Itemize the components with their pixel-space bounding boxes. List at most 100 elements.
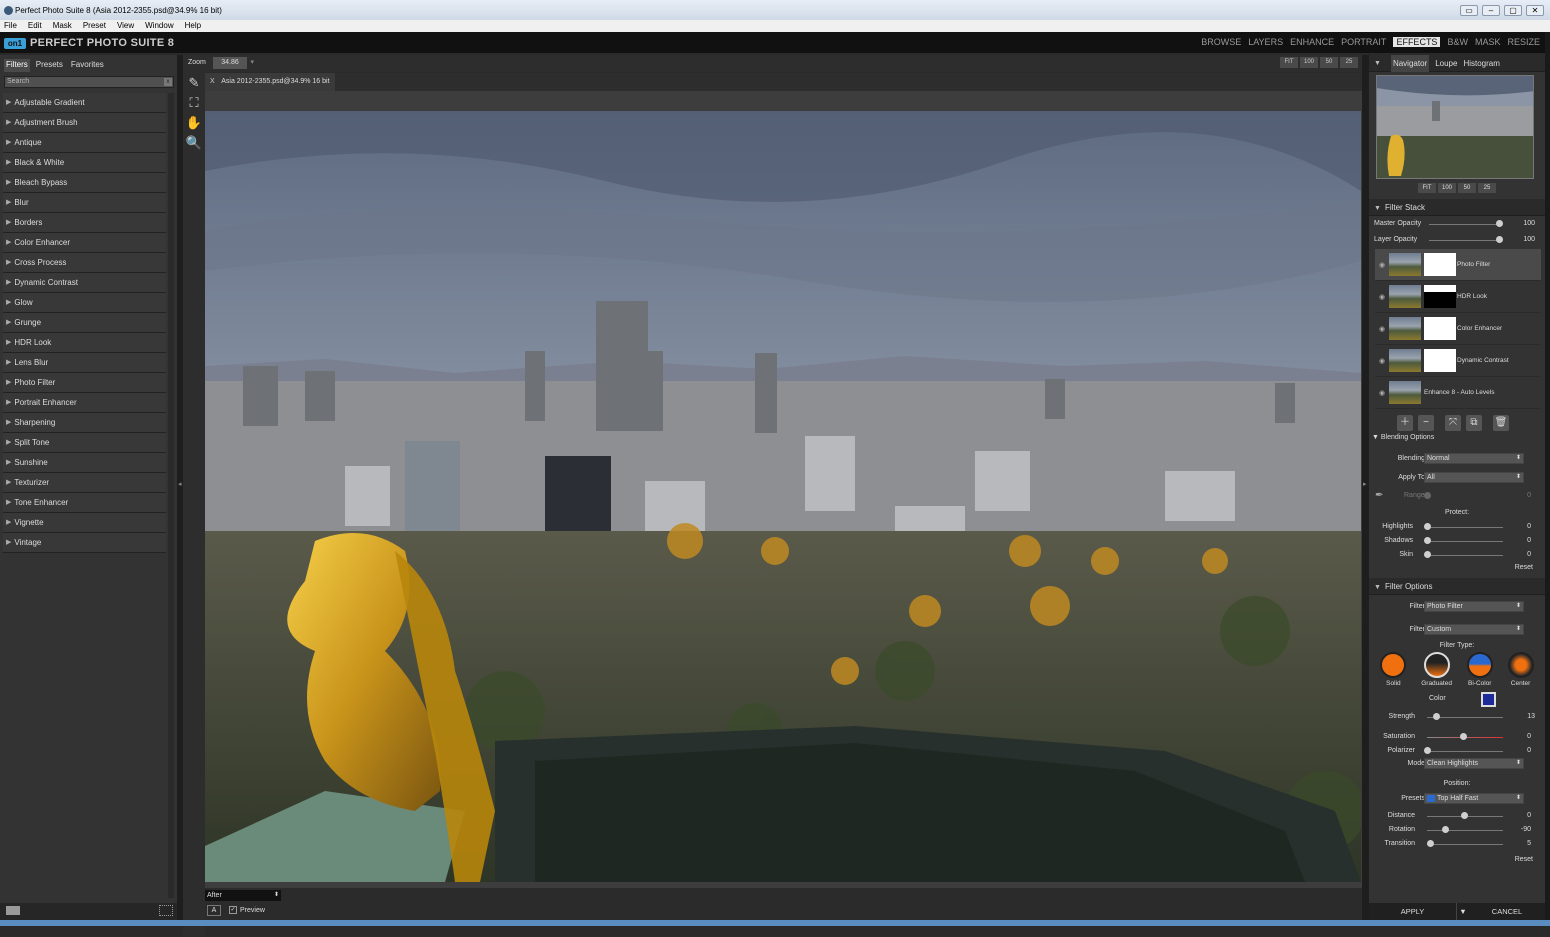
visibility-eye-icon[interactable]: ◉ bbox=[1379, 389, 1385, 397]
zoom-value-select[interactable]: 34.86 bbox=[213, 57, 254, 69]
layer-mask-thumbnail[interactable] bbox=[1424, 349, 1456, 372]
filter-type-center[interactable]: Center bbox=[1507, 652, 1534, 687]
filter-type-graduated[interactable]: Graduated bbox=[1421, 652, 1452, 687]
stack-layer-auto-levels[interactable]: ◉ Enhance 8 - Auto Levels bbox=[1375, 377, 1541, 409]
rotation-slider[interactable] bbox=[1427, 830, 1503, 831]
expand-triangle-icon[interactable]: ▶ bbox=[6, 434, 11, 452]
right-panel-collapse[interactable]: ▸ bbox=[1362, 55, 1369, 920]
filter-item-black-white[interactable]: ▶ Black & White bbox=[3, 153, 166, 173]
polarizer-slider[interactable] bbox=[1427, 751, 1503, 752]
nav-fit-button[interactable]: FIT bbox=[1418, 183, 1436, 193]
expand-triangle-icon[interactable]: ▶ bbox=[6, 174, 11, 192]
copy-layer-icon[interactable]: ⧉ bbox=[1466, 415, 1482, 431]
navigator-thumbnail[interactable] bbox=[1376, 75, 1534, 179]
filter-item-borders[interactable]: ▶ Borders bbox=[3, 213, 166, 233]
filter-item-texturizer[interactable]: ▶ Texturizer bbox=[3, 473, 166, 493]
grid-view-icon[interactable] bbox=[159, 905, 173, 916]
filter-item-sharpening[interactable]: ▶ Sharpening bbox=[3, 413, 166, 433]
filter-item-portrait-enhancer[interactable]: ▶ Portrait Enhancer bbox=[3, 393, 166, 413]
polarizer-handle[interactable] bbox=[1424, 747, 1431, 754]
single-view-icon[interactable] bbox=[6, 906, 20, 915]
collapse-blending-icon[interactable]: ▼ bbox=[1372, 434, 1381, 441]
brush-tool-icon[interactable]: ✎ bbox=[185, 74, 203, 92]
skin-handle[interactable] bbox=[1424, 551, 1431, 558]
highlights-handle[interactable] bbox=[1424, 523, 1431, 530]
expand-triangle-icon[interactable]: ▶ bbox=[6, 354, 11, 372]
layer-mask-thumbnail[interactable] bbox=[1424, 285, 1456, 308]
module-resize[interactable]: RESIZE bbox=[1507, 37, 1540, 47]
tab-favorites[interactable]: Favorites bbox=[69, 59, 106, 72]
layer-mask-thumbnail[interactable] bbox=[1424, 317, 1456, 340]
expand-triangle-icon[interactable]: ▶ bbox=[6, 214, 11, 232]
nav-25-button[interactable]: 25 bbox=[1478, 183, 1496, 193]
nav-50-button[interactable]: 50 bbox=[1458, 183, 1476, 193]
zoom-100-button[interactable]: 100 bbox=[1300, 57, 1318, 68]
filter-type-bicolor[interactable]: Bi-Color bbox=[1466, 652, 1493, 687]
apply-button[interactable]: APPLY bbox=[1369, 903, 1457, 920]
merge-layer-icon[interactable]: ⤧ bbox=[1445, 415, 1461, 431]
menu-view[interactable]: View bbox=[117, 20, 134, 32]
strength-handle[interactable] bbox=[1433, 713, 1440, 720]
zoom-fit-button[interactable]: FIT bbox=[1280, 57, 1298, 68]
filter-search-input[interactable]: Search x bbox=[4, 76, 174, 88]
shadows-handle[interactable] bbox=[1424, 537, 1431, 544]
minimize-button[interactable]: – bbox=[1482, 5, 1500, 16]
filter-select[interactable]: Photo Filter bbox=[1424, 601, 1524, 612]
module-portrait[interactable]: PORTRAIT bbox=[1341, 37, 1386, 47]
filter-item-photo-filter[interactable]: ▶ Photo Filter bbox=[3, 373, 166, 393]
module-mask[interactable]: MASK bbox=[1475, 37, 1501, 47]
layer-opacity-slider[interactable] bbox=[1429, 240, 1499, 241]
presets-select[interactable]: Top Half Fast bbox=[1424, 793, 1524, 804]
expand-triangle-icon[interactable]: ▶ bbox=[6, 94, 11, 112]
saturation-handle[interactable] bbox=[1460, 733, 1467, 740]
expand-triangle-icon[interactable]: ▶ bbox=[6, 114, 11, 132]
stack-layer-dynamic-contrast[interactable]: ◉ Dynamic Contrast bbox=[1375, 345, 1541, 377]
module-enhance[interactable]: ENHANCE bbox=[1290, 37, 1334, 47]
tab-navigator[interactable]: Navigator bbox=[1390, 55, 1430, 72]
tab-filters[interactable]: Filters bbox=[4, 59, 30, 72]
preview-checkbox[interactable]: ✓ bbox=[229, 906, 237, 914]
clear-search-icon[interactable]: x bbox=[164, 78, 172, 86]
nav-100-button[interactable]: 100 bbox=[1438, 183, 1456, 193]
zoom-50-button[interactable]: 50 bbox=[1320, 57, 1338, 68]
module-effects[interactable]: EFFECTS bbox=[1393, 37, 1441, 47]
filter-item-glow[interactable]: ▶ Glow bbox=[3, 293, 166, 313]
expand-triangle-icon[interactable]: ▶ bbox=[6, 234, 11, 252]
hand-tool-icon[interactable]: ✋ bbox=[185, 114, 203, 132]
filter-options-reset-button[interactable]: Reset bbox=[1369, 853, 1545, 866]
skin-slider[interactable] bbox=[1427, 555, 1503, 556]
document-tab[interactable]: X Asia 2012-2355.psd@34.9% 16 bit bbox=[205, 73, 335, 91]
distance-handle[interactable] bbox=[1461, 812, 1468, 819]
window-extra-button[interactable]: ▭ bbox=[1460, 5, 1478, 16]
collapse-filter-options-icon[interactable]: ▼ bbox=[1374, 584, 1381, 591]
filter-item-dynamic-contrast[interactable]: ▶ Dynamic Contrast bbox=[3, 273, 166, 293]
filter-item-cross-process[interactable]: ▶ Cross Process bbox=[3, 253, 166, 273]
expand-triangle-icon[interactable]: ▶ bbox=[6, 334, 11, 352]
right-edge-scrollbar[interactable] bbox=[1545, 32, 1550, 920]
menu-file[interactable]: File bbox=[4, 20, 17, 32]
close-document-icon[interactable]: X bbox=[210, 78, 215, 85]
tab-presets[interactable]: Presets bbox=[34, 59, 65, 72]
expand-triangle-icon[interactable]: ▶ bbox=[6, 294, 11, 312]
filter-item-adjustment-brush[interactable]: ▶ Adjustment Brush bbox=[3, 113, 166, 133]
collapse-right-icon[interactable]: ▸ bbox=[1363, 480, 1367, 488]
expand-triangle-icon[interactable]: ▶ bbox=[6, 414, 11, 432]
close-window-button[interactable]: ✕ bbox=[1526, 5, 1544, 16]
filter-item-grunge[interactable]: ▶ Grunge bbox=[3, 313, 166, 333]
add-layer-icon[interactable]: ＋ bbox=[1397, 415, 1413, 431]
transition-handle[interactable] bbox=[1427, 840, 1434, 847]
blending-options-header[interactable]: ▼ Blending Options bbox=[1369, 434, 1545, 446]
visibility-eye-icon[interactable]: ◉ bbox=[1379, 325, 1385, 333]
expand-triangle-icon[interactable]: ▶ bbox=[6, 194, 11, 212]
zoom-tool-icon[interactable]: 🔍 bbox=[185, 134, 203, 152]
filter-item-tone-enhancer[interactable]: ▶ Tone Enhancer bbox=[3, 493, 166, 513]
filter-color-swatch[interactable] bbox=[1481, 692, 1496, 707]
master-opacity-slider[interactable] bbox=[1429, 224, 1499, 225]
osaka-city-photo[interactable] bbox=[205, 111, 1361, 882]
filter-stack-header[interactable]: ▼ Filter Stack bbox=[1369, 199, 1545, 216]
zoom-25-button[interactable]: 25 bbox=[1340, 57, 1358, 68]
stack-layer-photo-filter[interactable]: ◉ Photo Filter bbox=[1375, 249, 1541, 281]
apply-to-select[interactable]: All bbox=[1424, 472, 1524, 483]
filter-item-sunshine[interactable]: ▶ Sunshine bbox=[3, 453, 166, 473]
filter-options-header[interactable]: ▼ Filter Options bbox=[1369, 578, 1545, 595]
